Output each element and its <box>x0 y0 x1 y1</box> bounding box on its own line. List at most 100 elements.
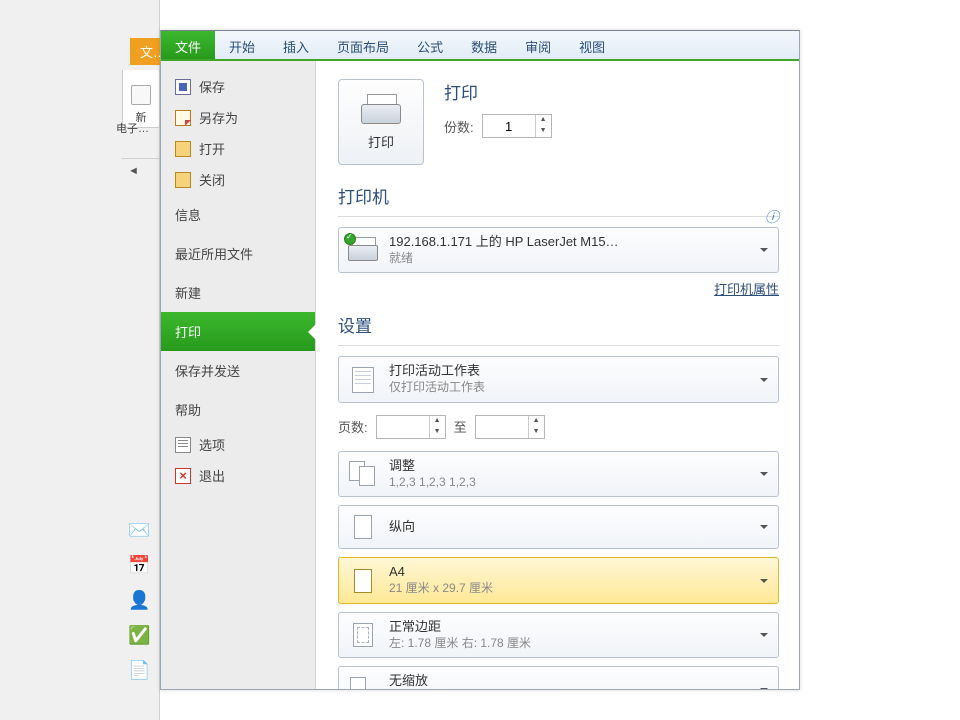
tab-formulas[interactable]: 公式 <box>403 31 457 59</box>
backstage-menu: 保存 另存为 打开 关闭 信息 最近所用文件 新建 <box>161 61 316 689</box>
orientation-icon <box>347 512 379 542</box>
menu-save-as-label: 另存为 <box>199 108 238 127</box>
orientation-primary: 纵向 <box>389 519 415 536</box>
copies-input[interactable] <box>483 115 535 137</box>
menu-save[interactable]: 保存 <box>161 71 315 102</box>
tab-insert[interactable]: 插入 <box>269 31 323 59</box>
background-card-line2: 电子… <box>116 120 149 136</box>
save-as-icon <box>175 110 191 126</box>
background-card-icon <box>131 85 151 105</box>
printer-info-icon[interactable]: ⓘ <box>765 207 779 227</box>
menu-recent[interactable]: 最近所用文件 <box>161 234 315 273</box>
menu-save-send-label: 保存并发送 <box>175 361 240 380</box>
menu-info[interactable]: 信息 <box>161 195 315 234</box>
collate-icon <box>347 459 379 489</box>
printer-picker[interactable]: 192.168.1.171 上的 HP LaserJet M15… 就绪 <box>338 227 779 273</box>
contact-icon: 👤 <box>128 590 150 611</box>
pages-from-stepper[interactable]: ▲▼ <box>376 415 446 439</box>
printer-properties-link[interactable]: 打印机属性 <box>338 279 779 298</box>
copies-label: 份数: <box>444 117 474 136</box>
exit-icon: × <box>175 468 191 484</box>
tab-home[interactable]: 开始 <box>215 31 269 59</box>
menu-close[interactable]: 关闭 <box>161 164 315 195</box>
menu-save-send[interactable]: 保存并发送 <box>161 351 315 390</box>
tab-view[interactable]: 视图 <box>565 31 619 59</box>
pages-to-label: 至 <box>454 417 467 436</box>
menu-exit-label: 退出 <box>199 466 225 485</box>
menu-new[interactable]: 新建 <box>161 273 315 312</box>
pages-to-stepper[interactable]: ▲▼ <box>475 415 545 439</box>
collate-secondary: 1,2,3 1,2,3 1,2,3 <box>389 475 476 491</box>
paper-size-primary: A4 <box>389 564 493 581</box>
selected-printer-status: 就绪 <box>389 251 619 267</box>
excel-backstage-window: 文件 开始 插入 页面布局 公式 数据 审阅 视图 保存 另存为 打开 关闭 <box>160 30 800 690</box>
pages-to-arrows[interactable]: ▲▼ <box>528 416 544 438</box>
menu-options-label: 选项 <box>199 435 225 454</box>
print-pane: 打印 打印 份数: ▲▼ 打印机 ⓘ <box>316 61 799 689</box>
scaling-picker[interactable]: 无缩放 打印实际大小的工作表 <box>338 666 779 689</box>
menu-new-label: 新建 <box>175 283 201 302</box>
pages-from-input[interactable] <box>377 416 429 438</box>
copies-arrows[interactable]: ▲▼ <box>535 115 551 137</box>
open-icon <box>175 141 191 157</box>
orientation-picker[interactable]: 纵向 <box>338 505 779 549</box>
copies-stepper[interactable]: ▲▼ <box>482 114 552 138</box>
mail-icon: ✉️ <box>128 520 150 541</box>
menu-close-label: 关闭 <box>199 170 225 189</box>
options-icon <box>175 437 191 453</box>
scaling-icon <box>347 675 379 689</box>
printer-icon <box>361 94 401 128</box>
printer-section-hr <box>338 216 779 217</box>
menu-open[interactable]: 打开 <box>161 133 315 164</box>
margins-picker[interactable]: 正常边距 左: 1.78 厘米 右: 1.78 厘米 <box>338 612 779 658</box>
close-icon <box>175 172 191 188</box>
menu-open-label: 打开 <box>199 139 225 158</box>
menu-save-label: 保存 <box>199 77 225 96</box>
selected-printer-icon <box>347 235 379 265</box>
print-scope-icon <box>347 365 379 395</box>
print-section-title: 打印 <box>444 79 552 104</box>
ribbon-tabs: 文件 开始 插入 页面布局 公式 数据 审阅 视图 <box>161 31 799 61</box>
calendar-icon: 📅 <box>128 555 150 576</box>
menu-recent-label: 最近所用文件 <box>175 244 253 263</box>
tab-page-layout[interactable]: 页面布局 <box>323 31 403 59</box>
background-side-icons: ✉️ 📅 👤 ✅ 📄 <box>128 520 150 681</box>
notes-icon: 📄 <box>128 660 150 681</box>
margins-icon <box>347 620 379 650</box>
paper-size-icon <box>347 566 379 596</box>
background-separator <box>122 158 160 159</box>
selected-printer-name: 192.168.1.171 上的 HP LaserJet M15… <box>389 234 619 251</box>
tab-file[interactable]: 文件 <box>161 31 215 59</box>
print-scope-secondary: 仅打印活动工作表 <box>389 380 485 396</box>
settings-section-title: 设置 <box>338 312 779 337</box>
paper-size-picker[interactable]: A4 21 厘米 x 29.7 厘米 <box>338 557 779 603</box>
print-scope-picker[interactable]: 打印活动工作表 仅打印活动工作表 <box>338 356 779 402</box>
tab-review[interactable]: 审阅 <box>511 31 565 59</box>
menu-save-as[interactable]: 另存为 <box>161 102 315 133</box>
menu-print-label: 打印 <box>175 322 201 341</box>
paper-size-secondary: 21 厘米 x 29.7 厘米 <box>389 581 493 597</box>
menu-help[interactable]: 帮助 <box>161 390 315 429</box>
printer-section-title: 打印机 <box>338 183 779 208</box>
menu-help-label: 帮助 <box>175 400 201 419</box>
menu-options[interactable]: 选项 <box>161 429 315 460</box>
collate-primary: 调整 <box>389 458 476 475</box>
margins-primary: 正常边距 <box>389 619 531 636</box>
tasks-icon: ✅ <box>128 625 150 646</box>
save-icon <box>175 79 191 95</box>
pages-from-arrows[interactable]: ▲▼ <box>429 416 445 438</box>
menu-info-label: 信息 <box>175 205 201 224</box>
background-collapse-arrow: ◄ <box>128 165 139 177</box>
pages-to-input[interactable] <box>476 416 528 438</box>
scaling-primary: 无缩放 <box>389 673 509 689</box>
print-button[interactable]: 打印 <box>338 79 424 165</box>
print-button-label: 打印 <box>368 132 394 151</box>
margins-secondary: 左: 1.78 厘米 右: 1.78 厘米 <box>389 636 531 652</box>
tab-data[interactable]: 数据 <box>457 31 511 59</box>
collate-picker[interactable]: 调整 1,2,3 1,2,3 1,2,3 <box>338 451 779 497</box>
menu-print[interactable]: 打印 <box>161 312 315 351</box>
settings-section-hr <box>338 345 779 346</box>
pages-label: 页数: <box>338 417 368 436</box>
print-scope-primary: 打印活动工作表 <box>389 363 485 380</box>
menu-exit[interactable]: × 退出 <box>161 460 315 491</box>
